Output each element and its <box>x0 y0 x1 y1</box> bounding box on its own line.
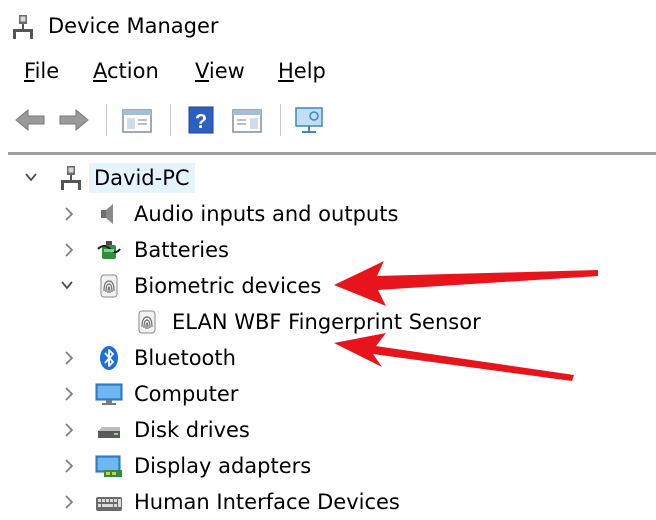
display-adapter-icon <box>95 455 122 477</box>
window-title: Device Manager <box>48 14 219 38</box>
tree-item-label: Bluetooth <box>134 346 236 370</box>
console-tree-icon[interactable] <box>120 100 154 140</box>
toolbar-separator <box>170 104 171 136</box>
chevron-right-icon[interactable] <box>62 448 76 484</box>
tree-item-label: Human Interface Devices <box>134 490 400 514</box>
toolbar: ? <box>0 100 656 144</box>
back-arrow-icon[interactable] <box>12 100 48 140</box>
toolbar-separator <box>280 104 281 136</box>
disk-drive-icon <box>98 427 120 438</box>
keyboard-icon <box>96 497 122 511</box>
title-bar: Device Manager <box>0 0 656 52</box>
speaker-icon <box>101 204 113 224</box>
tree-item-disk-drives[interactable]: Disk drives <box>0 412 656 448</box>
chevron-right-icon[interactable] <box>62 232 76 268</box>
monitor-icon <box>95 383 123 405</box>
toolbar-divider <box>8 152 656 155</box>
tree-item-bluetooth[interactable]: Bluetooth <box>0 340 656 376</box>
chevron-right-icon[interactable] <box>62 340 76 376</box>
chevron-down-icon[interactable] <box>60 268 74 304</box>
scan-hardware-icon[interactable] <box>292 100 328 140</box>
fingerprint-icon <box>100 274 118 298</box>
svg-text:?: ? <box>195 111 207 133</box>
tree-item-audio[interactable]: Audio inputs and outputs <box>0 196 656 232</box>
menu-bar: File Action View Help <box>0 56 656 88</box>
tree-item-label: Biometric devices <box>134 274 322 298</box>
tree-item-label: Disk drives <box>134 418 250 442</box>
menu-file[interactable]: File <box>24 56 59 86</box>
tree-item-computer[interactable]: Computer <box>0 376 656 412</box>
menu-action[interactable]: Action <box>93 56 159 86</box>
toolbar-separator <box>106 104 107 136</box>
device-manager-icon <box>13 15 33 39</box>
forward-arrow-icon[interactable] <box>56 100 92 140</box>
device-tree: David-PC Audio inputs and outputs Batter… <box>0 158 656 515</box>
tree-item-label: ELAN WBF Fingerprint Sensor <box>172 310 481 334</box>
bluetooth-icon <box>100 346 118 370</box>
tree-item-label: Computer <box>134 382 239 406</box>
properties-pane-icon[interactable] <box>230 100 264 140</box>
chevron-right-icon[interactable] <box>62 196 76 232</box>
tree-item-label: Display adapters <box>134 454 312 478</box>
help-icon[interactable]: ? <box>184 100 218 140</box>
tree-root[interactable]: David-PC <box>0 160 656 196</box>
tree-item-fingerprint-sensor[interactable]: ELAN WBF Fingerprint Sensor <box>0 304 656 340</box>
tree-root-label: David-PC <box>89 163 195 193</box>
chevron-right-icon[interactable] <box>62 412 76 448</box>
menu-view[interactable]: View <box>195 56 245 86</box>
chevron-down-icon[interactable] <box>24 160 38 196</box>
chevron-right-icon[interactable] <box>62 376 76 412</box>
fingerprint-icon <box>138 310 156 334</box>
menu-help[interactable]: Help <box>278 56 326 86</box>
computer-network-icon <box>61 166 81 190</box>
tree-item-biometric[interactable]: Biometric devices <box>0 268 656 304</box>
battery-icon <box>97 241 121 259</box>
tree-item-label: Audio inputs and outputs <box>134 202 399 226</box>
tree-item-batteries[interactable]: Batteries <box>0 232 656 268</box>
tree-item-label: Batteries <box>134 238 229 262</box>
tree-item-display-adapters[interactable]: Display adapters <box>0 448 656 484</box>
